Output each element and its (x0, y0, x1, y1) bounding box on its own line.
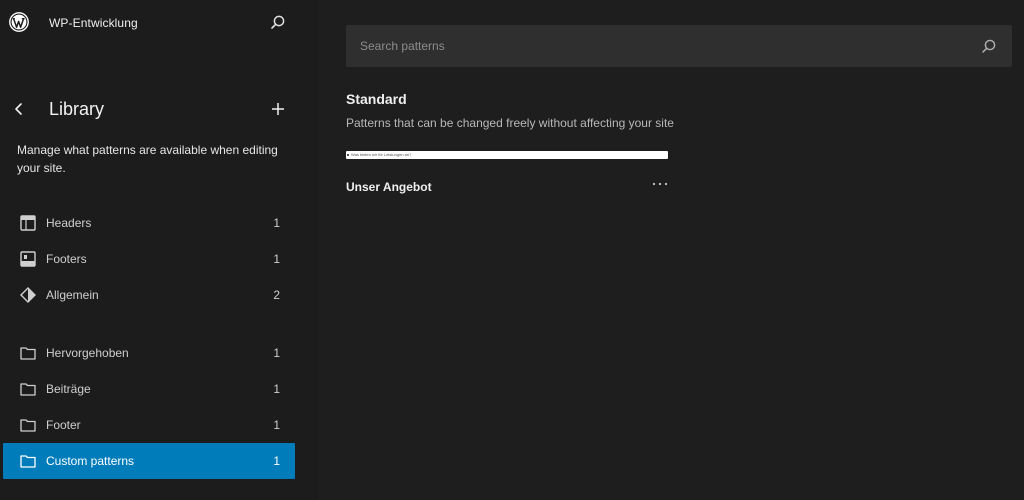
symbol-diamond-icon (20, 287, 36, 303)
sidebar-item-label: Hervorgehoben (46, 346, 129, 360)
sidebar-item-footer[interactable]: Footer 1 (3, 407, 295, 443)
sidebar-item-beitraege[interactable]: Beiträge 1 (3, 371, 295, 407)
folder-icon (20, 455, 36, 468)
sidebar-item-headers[interactable]: Headers 1 (3, 205, 295, 241)
sidebar-topbar: WP-Entwicklung (0, 0, 318, 46)
preview-bullet-icon (347, 154, 349, 156)
footer-layout-icon (20, 251, 36, 267)
folder-icon (20, 383, 36, 396)
pattern-preview-text: Was bieten wir für Leistungen an? (351, 152, 412, 157)
sidebar-item-count: 1 (273, 382, 280, 396)
pattern-name[interactable]: Unser Angebot (346, 180, 432, 194)
sidebar-item-count: 1 (273, 454, 280, 468)
pattern-preview[interactable]: Was bieten wir für Leistungen an? (346, 151, 668, 159)
plus-icon[interactable] (270, 101, 286, 117)
app-window: WP-Entwicklung Library Manage what patte… (0, 0, 1024, 500)
folder-icon (20, 347, 36, 360)
sidebar-item-count: 1 (273, 346, 280, 360)
search-bar (346, 25, 1012, 67)
sidebar-item-label: Beiträge (46, 382, 91, 396)
sidebar-item-label: Allgemein (46, 288, 99, 302)
page-title: Library (49, 99, 105, 119)
sidebar-item-count: 1 (273, 252, 280, 266)
sidebar-item-label: Footers (46, 252, 87, 266)
search-input[interactable] (346, 25, 980, 67)
chevron-left-icon[interactable] (11, 101, 27, 117)
library-description: Manage what patterns are available when … (17, 143, 278, 175)
folder-icon (20, 419, 36, 432)
main-content: Standard Patterns that can be changed fr… (318, 0, 1024, 500)
sidebar-item-label: Footer (46, 418, 81, 432)
section-title: Standard (346, 91, 407, 107)
sidebar-item-allgemein[interactable]: Allgemein 2 (3, 277, 295, 313)
sidebar-item-label: Custom patterns (46, 454, 135, 468)
wordpress-logo-icon[interactable] (9, 12, 29, 32)
header-layout-icon (20, 215, 36, 231)
sidebar-item-custom-patterns[interactable]: Custom patterns 1 (3, 443, 295, 479)
search-icon[interactable] (270, 14, 286, 30)
sidebar-item-label: Headers (46, 216, 92, 230)
site-name[interactable]: WP-Entwicklung (49, 16, 138, 30)
sidebar-item-footers[interactable]: Footers 1 (3, 241, 295, 277)
sidebar-item-hervorgehoben[interactable]: Hervorgehoben 1 (3, 335, 295, 371)
sidebar-item-count: 1 (273, 216, 280, 230)
more-options-icon[interactable] (651, 177, 669, 191)
search-icon[interactable] (981, 38, 997, 54)
sidebar-item-count: 2 (273, 288, 280, 302)
sidebar-item-count: 1 (273, 418, 280, 432)
section-description: Patterns that can be changed freely with… (346, 116, 674, 130)
sidebar: WP-Entwicklung Library Manage what patte… (0, 0, 318, 500)
